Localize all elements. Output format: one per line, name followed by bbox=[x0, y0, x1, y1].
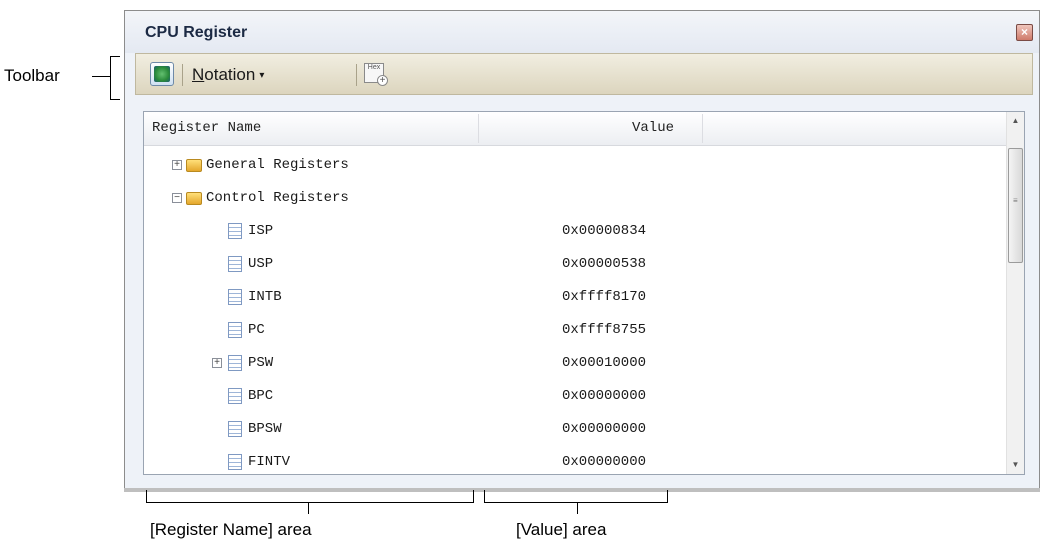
tree-row-isp[interactable]: ISP 0x00000834 bbox=[144, 215, 1006, 248]
register-name: Control Registers bbox=[206, 190, 349, 206]
expand-icon[interactable]: + bbox=[172, 160, 182, 170]
register-name: USP bbox=[248, 256, 274, 272]
register-name-area-annotation: [Register Name] area bbox=[150, 520, 312, 539]
register-icon bbox=[228, 421, 242, 437]
register-name-area-bracket bbox=[146, 502, 474, 503]
register-value[interactable]: 0xffff8170 bbox=[562, 281, 646, 314]
register-icon bbox=[228, 355, 242, 371]
register-icon bbox=[228, 454, 242, 470]
toolbar-separator bbox=[182, 64, 183, 86]
notation-label: otation bbox=[204, 65, 256, 84]
expand-icon[interactable]: + bbox=[212, 358, 222, 368]
register-icon bbox=[228, 289, 242, 305]
tree-row-fintv[interactable]: FINTV 0x00000000 bbox=[144, 446, 1006, 474]
register-value[interactable]: 0xffff8755 bbox=[562, 314, 646, 347]
folder-icon bbox=[186, 159, 202, 172]
tree-row-general-registers[interactable]: + General Registers bbox=[144, 149, 1006, 182]
register-name-area-bracket-right bbox=[473, 490, 474, 503]
register-name: BPC bbox=[248, 388, 274, 404]
grip-icon: ≡ bbox=[1013, 196, 1018, 205]
notation-button[interactable]: Notation ▾ bbox=[192, 65, 264, 85]
register-icon bbox=[228, 388, 242, 404]
refresh-icon bbox=[154, 66, 170, 82]
toolbar: Notation ▾ Hex + bbox=[135, 53, 1033, 95]
tree-row-pc[interactable]: PC 0xffff8755 bbox=[144, 314, 1006, 347]
register-name: PC bbox=[248, 322, 265, 338]
register-name: INTB bbox=[248, 289, 282, 305]
tree-row-bpsw[interactable]: BPSW 0x00000000 bbox=[144, 413, 1006, 446]
toolbar-annotation-bracket-bottom bbox=[110, 99, 120, 100]
tree-row-intb[interactable]: INTB 0xffff8170 bbox=[144, 281, 1006, 314]
tree-row-bpc[interactable]: BPC 0x00000000 bbox=[144, 380, 1006, 413]
tree-row-usp[interactable]: USP 0x00000538 bbox=[144, 248, 1006, 281]
register-panel: Register Name Value + General Registers … bbox=[143, 111, 1025, 475]
register-name: PSW bbox=[248, 355, 274, 371]
hex-label: Hex bbox=[367, 64, 381, 71]
value-area-leader bbox=[577, 502, 578, 514]
vertical-scrollbar[interactable]: ▲ ≡ ▼ bbox=[1006, 112, 1024, 474]
register-name: ISP bbox=[248, 223, 274, 239]
toolbar-annotation: Toolbar bbox=[4, 66, 60, 85]
toolbar-annotation-bracket bbox=[110, 56, 111, 100]
register-value[interactable]: 0x00000000 bbox=[562, 413, 646, 446]
register-value[interactable]: 0x00000538 bbox=[562, 248, 646, 281]
toolbar-annotation-bracket-top bbox=[110, 56, 120, 57]
refresh-button[interactable] bbox=[150, 62, 174, 86]
register-icon bbox=[228, 256, 242, 272]
value-area-annotation: [Value] area bbox=[516, 520, 607, 539]
register-name: General Registers bbox=[206, 157, 349, 173]
cpu-register-window: CPU Register × Notation ▾ Hex + Register … bbox=[124, 10, 1040, 490]
register-name: FINTV bbox=[248, 454, 291, 470]
register-value[interactable]: 0x00000000 bbox=[562, 446, 646, 474]
scrollbar-thumb[interactable]: ≡ bbox=[1008, 148, 1023, 263]
title-bar: CPU Register × bbox=[125, 11, 1039, 53]
notation-accelerator: N bbox=[192, 65, 205, 84]
register-name: BPSW bbox=[248, 421, 282, 437]
scroll-up-icon[interactable]: ▲ bbox=[1007, 112, 1024, 130]
register-value[interactable]: 0x00000000 bbox=[562, 380, 646, 413]
toolbar-annotation-leader bbox=[92, 76, 110, 77]
scroll-down-icon[interactable]: ▼ bbox=[1007, 456, 1024, 474]
register-icon bbox=[228, 223, 242, 239]
window-shadow bbox=[124, 488, 1040, 492]
window-title: CPU Register bbox=[145, 24, 248, 41]
header-register-name[interactable]: Register Name bbox=[152, 112, 261, 145]
register-value[interactable]: 0x00000834 bbox=[562, 215, 646, 248]
collapse-icon[interactable]: − bbox=[172, 193, 182, 203]
value-area-bracket-left bbox=[484, 490, 485, 503]
register-value[interactable]: 0x00010000 bbox=[562, 347, 646, 380]
value-area-bracket bbox=[484, 502, 668, 503]
register-icon bbox=[228, 322, 242, 338]
tree-row-control-registers[interactable]: − Control Registers bbox=[144, 182, 1006, 215]
open-folder-icon bbox=[186, 192, 202, 205]
register-name-area-leader bbox=[308, 502, 309, 514]
header-value[interactable]: Value bbox=[632, 112, 674, 145]
tree-row-psw[interactable]: + PSW 0x00010000 bbox=[144, 347, 1006, 380]
chevron-down-icon: ▾ bbox=[259, 70, 265, 81]
add-hex-icon: + bbox=[377, 75, 388, 86]
register-name-area-bracket-left bbox=[146, 490, 147, 503]
header-divider bbox=[702, 114, 703, 143]
toolbar-separator bbox=[356, 64, 357, 86]
column-header: Register Name Value bbox=[144, 112, 1006, 146]
value-area-bracket-right bbox=[667, 490, 668, 503]
header-divider bbox=[478, 114, 479, 143]
close-icon[interactable]: × bbox=[1016, 24, 1033, 41]
